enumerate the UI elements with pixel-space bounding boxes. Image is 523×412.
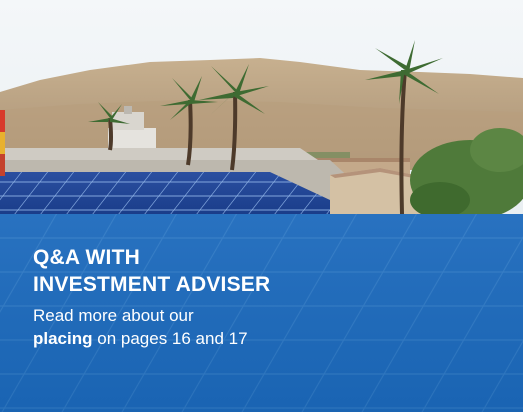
callout-title-line2: INVESTMENT ADVISER xyxy=(33,273,271,296)
callout-body-rest: on pages 16 and 17 xyxy=(92,329,248,348)
callout-text[interactable]: Q&A WITH INVESTMENT ADVISER Read more ab… xyxy=(33,244,493,350)
callout-title: Q&A WITH INVESTMENT ADVISER xyxy=(33,244,493,298)
promo-card: Q&A WITH INVESTMENT ADVISER Read more ab… xyxy=(0,0,523,412)
callout-title-line1: Q&A WITH xyxy=(33,246,140,269)
callout-body: Read more about our placing on pages 16 … xyxy=(33,304,493,350)
callout-body-bold[interactable]: placing xyxy=(33,329,93,348)
callout-body-line1: Read more about our xyxy=(33,306,194,325)
